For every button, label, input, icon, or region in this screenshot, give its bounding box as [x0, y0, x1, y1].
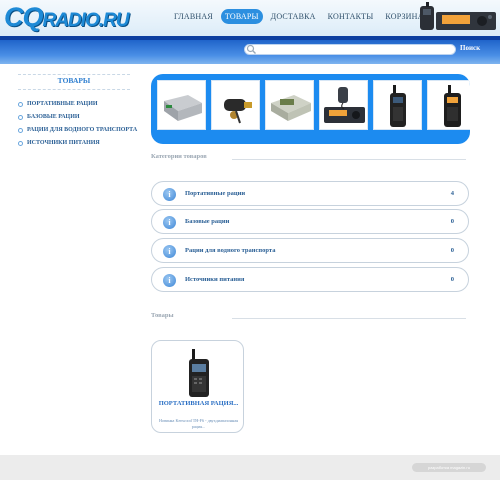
products-title: Товары — [151, 312, 174, 319]
search-button[interactable]: Поиск — [460, 44, 480, 52]
carousel-item-power-supply[interactable] — [157, 80, 206, 130]
info-icon: i — [163, 216, 176, 229]
info-icon: i — [163, 188, 176, 201]
power-supply-image — [164, 95, 202, 121]
category-label: Базовые рации — [185, 218, 230, 225]
nav-products[interactable]: ТОВАРЫ — [220, 9, 263, 24]
antenna-adapter-image — [224, 99, 252, 124]
sidebar-item-label: БАЗОВЫЕ РАЦИИ — [27, 114, 80, 120]
category-row-base[interactable]: i Базовые рации 0 — [151, 209, 469, 234]
sidebar-divider-bottom — [18, 89, 130, 90]
category-row-power[interactable]: i Источники питания 0 — [151, 267, 469, 292]
header-radio-image — [420, 2, 496, 30]
bullet-icon — [18, 128, 23, 133]
categories-divider — [232, 159, 466, 160]
nav-home[interactable]: ГЛАВНАЯ — [170, 9, 217, 24]
product-name[interactable]: ПОРТАТИВНАЯ РАЦИЯ... — [152, 400, 245, 408]
nav-contacts[interactable]: КОНТАКТЫ — [324, 9, 378, 24]
category-row-portable[interactable]: i Портативные рации 4 — [151, 181, 469, 206]
site-header: CQRADIO.RU ГЛАВНАЯ ТОВАРЫ ДОСТАВКА КОНТА… — [0, 0, 500, 36]
sidebar-divider-top — [18, 74, 130, 75]
bullet-icon — [18, 102, 23, 107]
category-label: Портативные рации — [185, 190, 246, 197]
carousel-track — [157, 80, 470, 130]
sidebar-menu: ПОРТАТИВНЫЕ РАЦИИ БАЗОВЫЕ РАЦИИ РАЦИИ ДЛ… — [18, 98, 148, 150]
category-label: Источники питания — [185, 276, 245, 283]
band-stripe — [0, 36, 500, 40]
sidebar-item-marine[interactable]: РАЦИИ ДЛЯ ВОДНОГО ТРАНСПОРТА — [18, 124, 148, 137]
sidebar-item-label: РАЦИИ ДЛЯ ВОДНОГО ТРАНСПОРТА — [27, 127, 138, 133]
bullet-icon — [18, 141, 23, 146]
info-icon: i — [163, 274, 176, 287]
category-count: 0 — [450, 247, 454, 254]
carousel-item-handheld-radio[interactable] — [373, 80, 422, 130]
category-label: Рации для водного транспорта — [185, 247, 276, 254]
main-nav: ГЛАВНАЯ ТОВАРЫ ДОСТАВКА КОНТАКТЫ КОРЗИНА — [170, 9, 428, 24]
carousel-item-antenna-adapter[interactable] — [211, 80, 260, 130]
category-row-marine[interactable]: i Рации для водного транспорта 0 — [151, 238, 469, 263]
psu-module-image — [271, 95, 311, 121]
product-radio-image — [189, 349, 209, 397]
handheld-radio-image — [390, 85, 406, 127]
sidebar-item-power[interactable]: ИСТОЧНИКИ ПИТАНИЯ — [18, 137, 148, 150]
logo-main-text: CQ — [4, 2, 43, 32]
categories-title: Категории товаров — [151, 153, 207, 160]
sidebar-title: ТОВАРЫ — [57, 76, 91, 85]
search-icon — [246, 44, 256, 54]
logo-rest-text: RADIO.RU — [42, 10, 130, 31]
sidebar-item-label: ИСТОЧНИКИ ПИТАНИЯ — [27, 140, 100, 146]
sidebar-item-portable[interactable]: ПОРТАТИВНЫЕ РАЦИИ — [18, 98, 148, 111]
category-count: 0 — [450, 276, 454, 283]
sidebar-item-base[interactable]: БАЗОВЫЕ РАЦИИ — [18, 111, 148, 124]
carousel-item-psu-module[interactable] — [265, 80, 314, 130]
developer-badge[interactable]: разработка magazin.ru — [412, 463, 486, 472]
category-count: 4 — [450, 190, 454, 197]
info-icon: i — [163, 245, 176, 258]
bullet-icon — [18, 115, 23, 120]
sidebar-item-label: ПОРТАТИВНЫЕ РАЦИИ — [27, 101, 98, 107]
product-carousel — [151, 74, 470, 144]
carousel-item-mobile-radio[interactable] — [319, 80, 368, 130]
search-input[interactable] — [244, 44, 456, 55]
handheld-radio-2-image — [444, 85, 461, 127]
mobile-radio-image — [324, 87, 365, 123]
nav-delivery[interactable]: ДОСТАВКА — [267, 9, 320, 24]
carousel-item-handheld-radio-2[interactable] — [427, 80, 470, 130]
product-card[interactable]: ПОРТАТИВНАЯ РАЦИЯ... Новинка Kenwood TH-… — [151, 340, 244, 433]
category-count: 0 — [450, 218, 454, 225]
products-divider — [232, 318, 466, 319]
product-description: Новинка Kenwood TH-F6 - двухдиапазонная … — [158, 418, 238, 429]
site-logo[interactable]: CQRADIO.RU — [4, 2, 130, 33]
